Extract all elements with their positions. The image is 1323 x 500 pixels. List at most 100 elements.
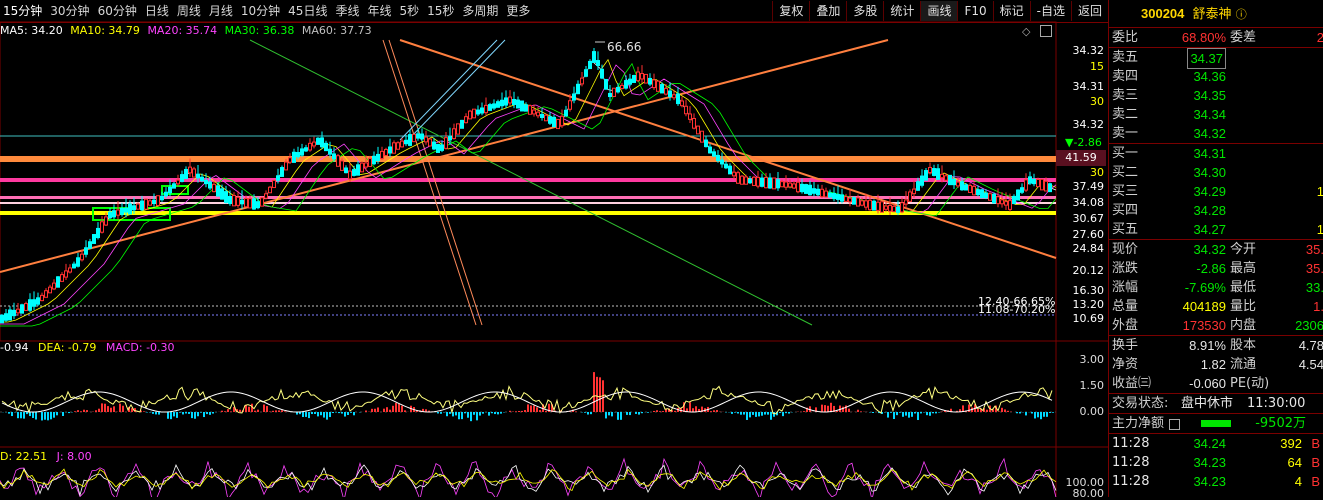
candle-body bbox=[109, 212, 112, 218]
candle-body bbox=[341, 161, 344, 170]
stock-title: 300204 舒泰神 ⓘ bbox=[1109, 0, 1323, 28]
kdj-j-value: J: 8.00 bbox=[57, 450, 92, 463]
candle-body bbox=[409, 135, 412, 146]
macd-bar bbox=[449, 412, 451, 414]
panel-row[interactable]: 收益㈢-0.060PE(动) bbox=[1109, 374, 1323, 393]
buy-price: 34.31 bbox=[1193, 144, 1226, 163]
panel-row[interactable]: 买一34.31 bbox=[1109, 144, 1323, 163]
macd-bar bbox=[518, 411, 520, 412]
panel-row[interactable]: 11:2834.24392B bbox=[1109, 434, 1323, 453]
panel-row[interactable]: 买二34.30 bbox=[1109, 163, 1323, 182]
macd-bar bbox=[404, 410, 406, 412]
macd-bar bbox=[746, 412, 748, 420]
macd-bar bbox=[1040, 412, 1042, 419]
candle-body bbox=[817, 189, 820, 194]
panel-row[interactable]: 11:2834.234B bbox=[1109, 472, 1323, 491]
macd-bar bbox=[491, 412, 493, 413]
kline-chart[interactable]: 66.66 12.40-66.65% 11.08-70.20% bbox=[0, 0, 1108, 497]
sell-price: 34.35 bbox=[1193, 86, 1226, 105]
macd-bar bbox=[62, 412, 64, 416]
macd-bar bbox=[596, 377, 598, 412]
ma-line bbox=[0, 64, 1056, 326]
candle-body bbox=[649, 78, 652, 84]
candle-body bbox=[1017, 190, 1020, 200]
candle-body bbox=[61, 275, 64, 282]
panel-row[interactable]: 买五34.271 bbox=[1109, 220, 1323, 239]
candle-body bbox=[113, 211, 116, 217]
tick-time: 11:28 bbox=[1112, 472, 1149, 491]
macd-bar bbox=[200, 412, 202, 413]
fan-line-1[interactable] bbox=[400, 40, 497, 140]
panel-row[interactable]: 卖四34.36 bbox=[1109, 67, 1323, 86]
macd-bar bbox=[1001, 408, 1003, 412]
candle-body bbox=[945, 176, 948, 180]
panel-row[interactable]: 卖二34.34 bbox=[1109, 105, 1323, 124]
candle-body bbox=[73, 264, 76, 268]
info-icon[interactable]: ⓘ bbox=[1236, 8, 1247, 21]
sell-level-label: 卖三 bbox=[1112, 86, 1138, 105]
trendline-down[interactable] bbox=[400, 40, 1056, 258]
candle-body bbox=[97, 228, 100, 237]
panel-row[interactable]: 涨幅-7.69%最低33. bbox=[1109, 278, 1323, 297]
candle-body bbox=[481, 108, 484, 113]
panel-row[interactable]: 涨跌-2.86最高35. bbox=[1109, 259, 1323, 278]
panel-row[interactable]: 换手8.91%股本4.78 bbox=[1109, 336, 1323, 355]
resistance-band-orange[interactable] bbox=[0, 156, 1056, 162]
macd-bar bbox=[383, 409, 385, 412]
price-axis-label: 10.69 bbox=[1058, 312, 1104, 325]
quote-label-2: 最低 bbox=[1230, 278, 1256, 297]
macd-bar bbox=[890, 412, 892, 413]
flow-menu-icon[interactable] bbox=[1169, 419, 1180, 430]
candle-body bbox=[301, 149, 304, 155]
macd-bar bbox=[17, 412, 19, 418]
macd-axis-0: 0.00 bbox=[1060, 405, 1104, 418]
macd-bar bbox=[653, 411, 655, 412]
panel-row[interactable]: 现价34.32今开35. bbox=[1109, 240, 1323, 259]
macd-bar bbox=[920, 412, 922, 413]
kdj-legend: D: 22.51 J: 8.00 bbox=[0, 450, 92, 463]
candle-body bbox=[841, 195, 844, 201]
macd-bar bbox=[641, 412, 643, 413]
panel-row[interactable]: 卖五34.37 bbox=[1109, 48, 1323, 67]
panel-row[interactable]: 买三34.291 bbox=[1109, 182, 1323, 201]
macd-bar bbox=[803, 411, 805, 412]
macd-bar bbox=[455, 412, 457, 415]
macd-bar bbox=[23, 412, 25, 419]
panel-row[interactable]: 净资1.82流通4.54 bbox=[1109, 355, 1323, 374]
candle-body bbox=[225, 192, 228, 203]
panel-row[interactable]: 总量404189量比1. bbox=[1109, 297, 1323, 316]
ma-line bbox=[0, 61, 1056, 320]
maximize-icon[interactable] bbox=[1040, 25, 1052, 37]
macd-bar bbox=[20, 412, 22, 418]
candle-body bbox=[213, 184, 216, 191]
macd-bar bbox=[158, 412, 160, 415]
macd-bar bbox=[458, 412, 460, 419]
quote-label: 涨跌 bbox=[1112, 259, 1138, 278]
macd-bar bbox=[545, 411, 547, 412]
macd-bar bbox=[611, 412, 613, 416]
macd-bar bbox=[575, 411, 577, 412]
diamond-icon[interactable]: ◇ bbox=[1022, 25, 1030, 38]
gann-line-1[interactable] bbox=[383, 40, 476, 325]
candle-body bbox=[961, 182, 964, 190]
panel-row[interactable]: 外盘173530内盘2306 bbox=[1109, 316, 1323, 335]
quote-value-2: 33. bbox=[1306, 278, 1323, 297]
macd-bar bbox=[11, 412, 13, 416]
macd-bar bbox=[716, 410, 718, 412]
finance-value: -0.060 bbox=[1189, 374, 1226, 393]
macd-bar bbox=[755, 412, 757, 417]
stock-name[interactable]: 舒泰神 bbox=[1193, 7, 1232, 22]
candle-body bbox=[741, 176, 744, 184]
candle-body bbox=[345, 168, 348, 173]
panel-row[interactable]: 卖三 34.35 bbox=[1109, 86, 1323, 105]
panel-row[interactable]: 11:2834.2364B bbox=[1109, 453, 1323, 472]
candle-body bbox=[993, 194, 996, 203]
panel-row[interactable]: 卖一34.32 bbox=[1109, 124, 1323, 143]
gann-line-2[interactable] bbox=[389, 40, 482, 325]
macd-bar bbox=[326, 412, 328, 420]
panel-row[interactable]: 买四34.28 bbox=[1109, 201, 1323, 220]
sell-level-label: 卖四 bbox=[1112, 67, 1138, 86]
candle-body bbox=[901, 203, 904, 212]
macd-bar bbox=[779, 412, 781, 413]
candle-body bbox=[1013, 196, 1016, 203]
